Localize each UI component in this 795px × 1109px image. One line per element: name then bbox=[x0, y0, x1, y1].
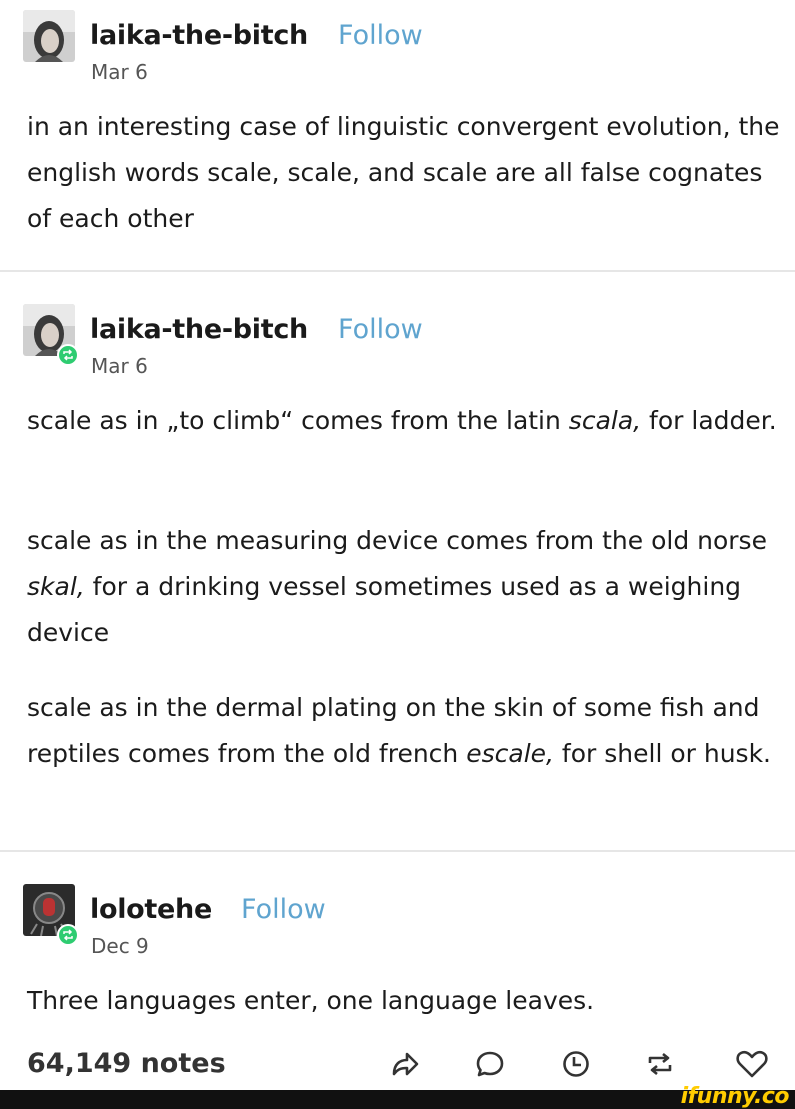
notes-count[interactable]: 64,149 notes bbox=[27, 1048, 226, 1079]
post-footer: 64,149 notes bbox=[0, 1044, 795, 1090]
reblog-icon[interactable] bbox=[642, 1046, 678, 1082]
share-icon[interactable] bbox=[386, 1046, 422, 1082]
post-paragraph: scale as in the dermal plating on the sk… bbox=[27, 685, 782, 777]
username[interactable]: lolotehe bbox=[90, 894, 212, 925]
post-text: Three languages enter, one language leav… bbox=[27, 986, 595, 1015]
watermark-bar: ifunny.co bbox=[0, 1084, 795, 1109]
like-icon[interactable] bbox=[734, 1046, 770, 1082]
text-span: for ladder. bbox=[641, 406, 777, 435]
post-paragraph: scale as in „to climb“ comes from the la… bbox=[27, 398, 782, 444]
divider bbox=[0, 270, 795, 272]
post-paragraph: scale as in the measuring device comes f… bbox=[27, 518, 782, 656]
queue-icon[interactable] bbox=[558, 1046, 594, 1082]
post-header: lolotehe Follow Dec 9 bbox=[0, 882, 795, 962]
reblog-badge-icon bbox=[57, 924, 79, 946]
avatar[interactable] bbox=[23, 10, 75, 62]
username[interactable]: laika-the-bitch bbox=[90, 20, 308, 51]
ifunny-watermark: ifunny.co bbox=[680, 1084, 790, 1109]
follow-button[interactable]: Follow bbox=[338, 20, 423, 51]
reply-icon[interactable] bbox=[472, 1046, 508, 1082]
post-date: Dec 9 bbox=[91, 934, 149, 958]
post-header: laika-the-bitch Follow Mar 6 bbox=[0, 8, 795, 88]
italic-term: scala, bbox=[568, 406, 642, 435]
post-date: Mar 6 bbox=[91, 354, 148, 378]
italic-term: escale, bbox=[466, 739, 554, 768]
text-span: scale as in „to climb“ comes from the la… bbox=[27, 406, 569, 435]
text-span: for a drinking vessel sometimes used as … bbox=[27, 572, 742, 647]
follow-button[interactable]: Follow bbox=[338, 314, 423, 345]
username[interactable]: laika-the-bitch bbox=[90, 314, 308, 345]
text-span: scale as in the measuring device comes f… bbox=[27, 526, 767, 555]
italic-term: skal, bbox=[27, 572, 85, 601]
reblog-badge-icon bbox=[57, 344, 79, 366]
post-date: Mar 6 bbox=[91, 60, 148, 84]
post-text: in an interesting case of linguistic con… bbox=[27, 112, 780, 233]
text-span: for shell or husk. bbox=[553, 739, 772, 768]
post-header: laika-the-bitch Follow Mar 6 bbox=[0, 302, 795, 382]
watermark-text: ifunny.co bbox=[680, 1084, 790, 1109]
divider bbox=[0, 850, 795, 852]
follow-button[interactable]: Follow bbox=[241, 894, 326, 925]
